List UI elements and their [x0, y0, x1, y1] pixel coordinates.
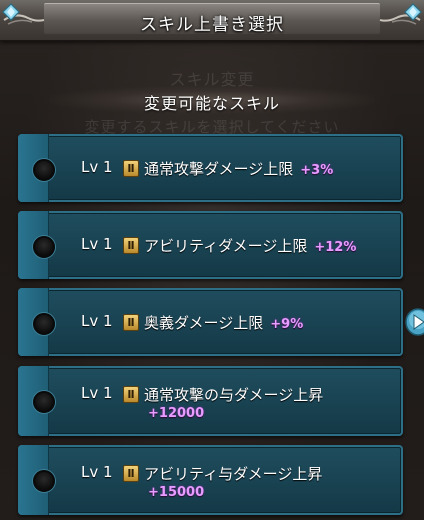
skill-level: Lv 1	[81, 235, 113, 253]
diamond-gem-icon	[2, 3, 20, 21]
skill-option[interactable]: Lv 1 Ⅱ アビリティ与ダメージ上昇 +15000	[18, 445, 403, 515]
skill-name: アビリティ与ダメージ上昇	[144, 465, 323, 483]
skill-bonus: +3%	[300, 163, 334, 178]
skill-name: 通常攻撃ダメージ上限	[144, 160, 294, 178]
skill-option[interactable]: Lv 1 Ⅱ アビリティダメージ上限 +12%	[18, 211, 403, 279]
rank-badge-icon: Ⅱ	[123, 237, 139, 254]
skill-bonus: +15000	[148, 485, 205, 500]
page-title: スキル上書き選択	[140, 15, 284, 35]
radio-empty-icon[interactable]	[33, 313, 55, 335]
skill-option[interactable]: Lv 1 Ⅱ 通常攻撃の与ダメージ上昇 +12000	[18, 366, 403, 436]
rank-badge-icon: Ⅱ	[123, 160, 139, 177]
skill-level: Lv 1	[81, 463, 113, 481]
diamond-gem-icon	[404, 3, 422, 21]
skill-bonus: +12%	[314, 240, 357, 255]
skill-name: 通常攻撃の与ダメージ上昇	[144, 386, 324, 404]
skill-option[interactable]: Lv 1 Ⅱ 奥義ダメージ上限 +9%	[18, 288, 403, 356]
skill-level: Lv 1	[81, 312, 113, 330]
skill-name-line: 奥義ダメージ上限 +9%	[144, 312, 303, 333]
radio-empty-icon[interactable]	[33, 236, 55, 258]
header-bar: スキル上書き選択	[0, 0, 424, 41]
section-title: 変更可能なスキル	[143, 94, 280, 113]
chevron-right-icon[interactable]	[405, 308, 424, 336]
skill-bonus: +12000	[148, 406, 205, 421]
skill-bonus: +9%	[270, 317, 304, 332]
skill-level: Lv 1	[81, 384, 113, 402]
skill-name-line: アビリティダメージ上限 +12%	[144, 235, 356, 256]
skill-name: 奥義ダメージ上限	[144, 314, 264, 332]
rank-badge-icon: Ⅱ	[123, 465, 139, 482]
radio-empty-icon[interactable]	[33, 391, 55, 413]
radio-empty-icon[interactable]	[33, 470, 55, 492]
header-title-plate: スキル上書き選択	[44, 3, 380, 35]
rank-badge-icon: Ⅱ	[123, 314, 139, 331]
skill-name-line: 通常攻撃ダメージ上限 +3%	[144, 158, 333, 179]
skill-option[interactable]: Lv 1 Ⅱ 通常攻撃ダメージ上限 +3%	[18, 134, 403, 202]
skill-name: アビリティダメージ上限	[144, 237, 308, 255]
rank-badge-icon: Ⅱ	[123, 386, 139, 403]
radio-empty-icon[interactable]	[33, 159, 55, 181]
skill-level: Lv 1	[81, 158, 113, 176]
